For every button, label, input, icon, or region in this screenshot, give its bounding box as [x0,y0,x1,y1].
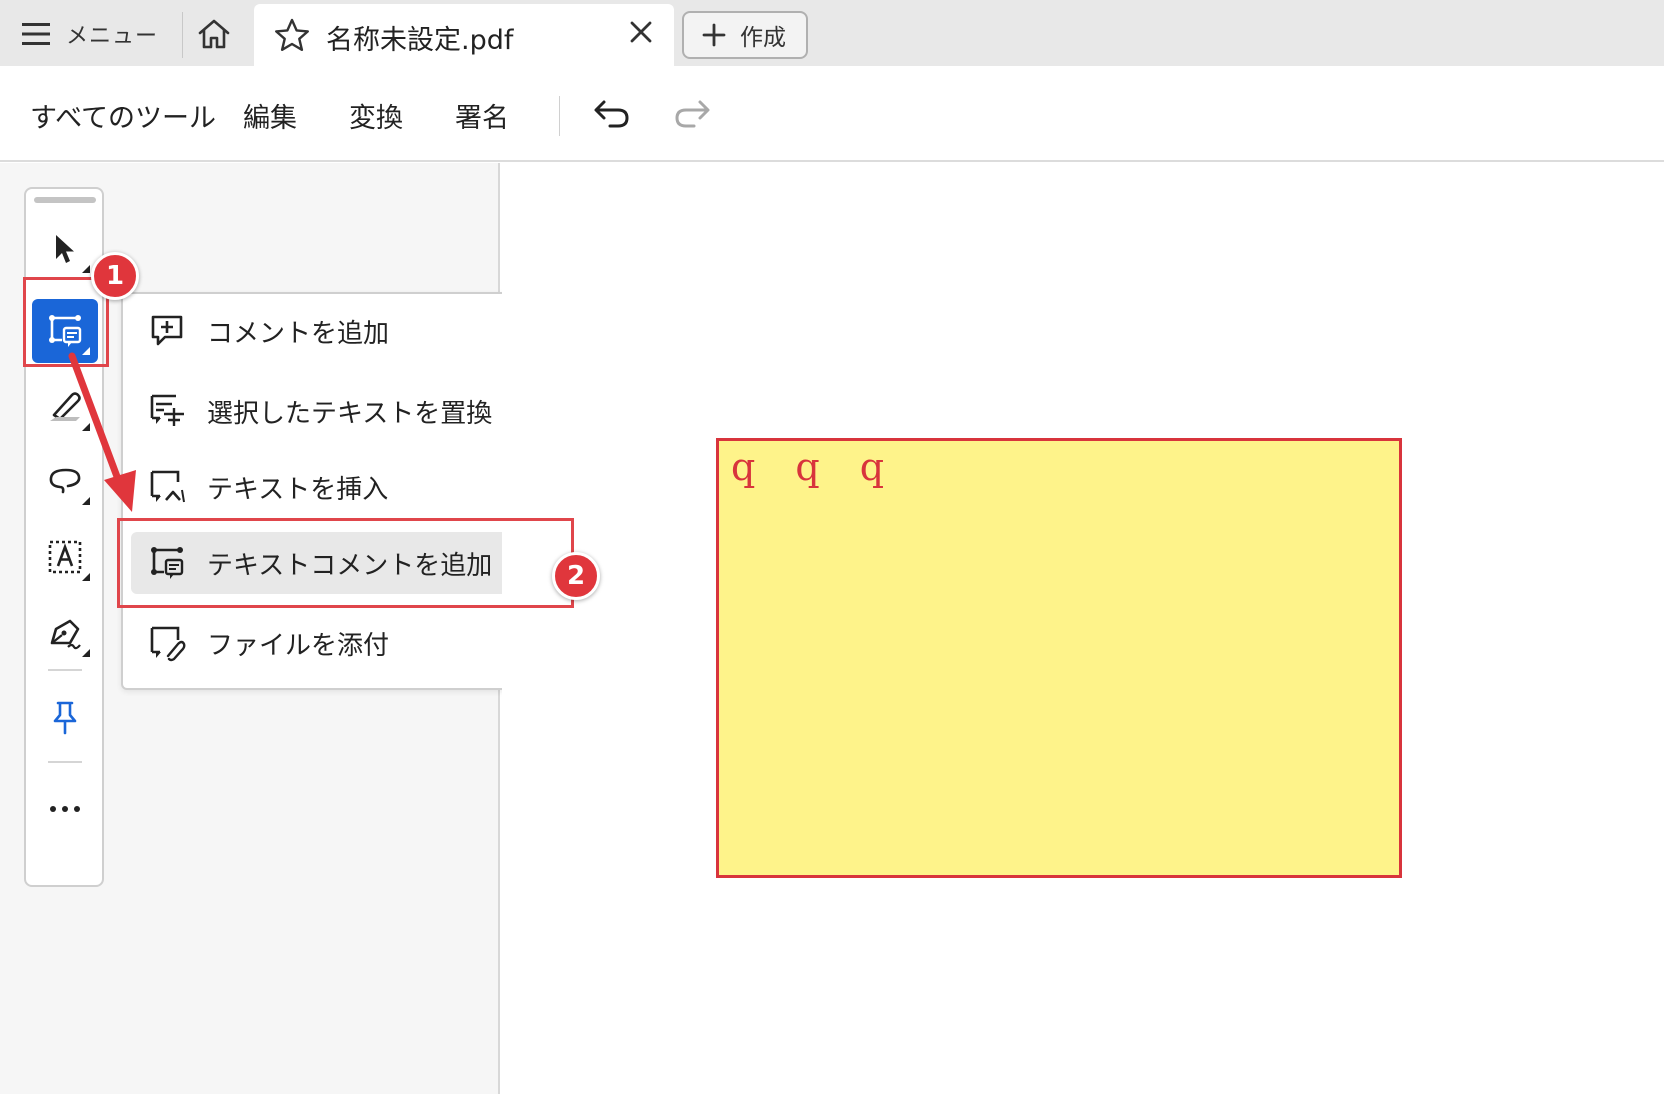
toolbar-all-tools[interactable]: すべてのツール [30,96,216,135]
document-tab-title: 名称未設定.pdf [326,25,514,56]
rail-divider [48,761,82,763]
menu-item-label: テキストを挿入 [207,474,389,505]
close-icon[interactable] [628,19,654,45]
menu-item-label: コメントを追加 [207,318,390,349]
menu-item-add-comment[interactable]: コメントを追加 [131,300,555,362]
text-box-tool-button[interactable] [32,525,98,589]
redo-icon[interactable] [672,96,712,132]
menu-label: メニュー [66,24,159,49]
menu-button[interactable]: メニュー [22,14,158,54]
note-text[interactable]: q q q [731,445,898,489]
comment-tools-menu: コメントを追加 選択したテキストを置換 テキストを挿入 テキストコメントを追加 … [121,292,565,690]
document-tab[interactable]: 名称未設定.pdf [254,4,674,66]
hamburger-icon [22,23,50,45]
tab-bar: メニュー 名称未設定.pdf 作成 [0,0,1664,66]
star-icon[interactable] [274,18,310,52]
toolbar-sign[interactable]: 署名 [455,96,509,135]
insert-text-icon [150,470,185,503]
undo-icon[interactable] [592,96,632,132]
menu-item-attach-file[interactable]: ファイルを添付 [131,612,555,674]
pen-sign-icon [50,619,81,650]
step-badge-1: 1 [91,252,139,300]
rail-divider [48,669,82,671]
select-tool-button[interactable] [32,217,98,281]
more-icon [50,806,80,812]
pin-tool-button[interactable] [32,685,98,749]
text-comment-note[interactable]: q q q [716,438,1402,878]
rail-drag-handle[interactable] [34,197,96,203]
menu-item-label: 選択したテキストを置換 [207,398,493,429]
highlight-box-step-2 [117,518,574,608]
toolbar-edit[interactable]: 編集 [243,96,297,135]
home-icon [198,19,230,49]
home-button[interactable] [194,14,234,54]
menu-item-insert-text[interactable]: テキストを挿入 [131,456,555,518]
step-badge-2: 2 [552,552,600,600]
main-toolbar: すべてのツール 編集 変換 署名 [0,66,1664,162]
plus-icon [702,23,726,47]
attach-file-icon [150,626,186,662]
cursor-arrow-icon [56,235,74,263]
create-button[interactable]: 作成 [682,11,808,59]
pin-icon [53,701,77,735]
menu-item-replace-text[interactable]: 選択したテキストを置換 [131,380,555,442]
replace-text-icon [150,394,184,426]
add-comment-icon [151,315,183,346]
annotation-arrow [68,352,136,512]
toolbar-divider [559,96,560,136]
toolbar-convert[interactable]: 変換 [349,96,403,135]
text-box-icon [48,540,82,574]
more-tools-button[interactable] [32,777,98,841]
sign-tool-button[interactable] [32,601,98,665]
menu-item-label: ファイルを添付 [207,630,390,661]
create-label: 作成 [740,25,786,51]
tab-divider [182,12,183,58]
